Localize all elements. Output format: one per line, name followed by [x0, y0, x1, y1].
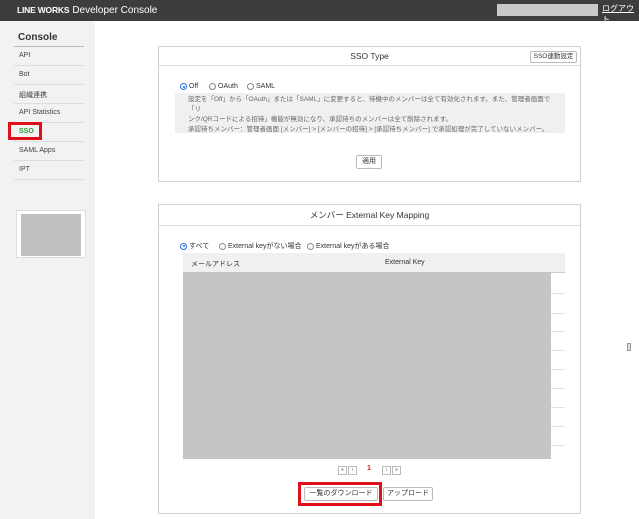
- sso-option-label: Off: [189, 83, 199, 90]
- sidebar-title: Console: [18, 32, 58, 43]
- page-last-button[interactable]: »: [392, 466, 401, 475]
- sso-option-oauth[interactable]: OAuth: [209, 83, 238, 90]
- divider: [14, 65, 84, 66]
- sidebar-item-ipt[interactable]: IPT: [19, 166, 30, 173]
- filter-label: すべて: [189, 243, 210, 250]
- sidebar-item-api[interactable]: API: [19, 52, 30, 59]
- sso-type-panel: SSO Type SSO連動設定 Off OAuth SAML 設定を「Off」…: [158, 46, 581, 182]
- sso-panel-title: SSO Type: [159, 47, 580, 66]
- sidebar-item-org-link[interactable]: 組織連携: [19, 90, 47, 100]
- divider: [14, 141, 84, 142]
- column-header-email: メールアドレス: [191, 261, 240, 268]
- divider: [14, 160, 84, 161]
- filter-label: External keyがある場合: [316, 243, 390, 250]
- radio-selected-icon: [180, 242, 187, 250]
- highlight-sso: [8, 122, 42, 140]
- info-line: ンク/QRコードによる招待」機能が無効になり、承認待ちのメンバーは全て削除されま…: [188, 116, 452, 123]
- divider: [14, 179, 84, 180]
- radio-icon: [209, 83, 216, 90]
- divider: [14, 84, 84, 85]
- radio-icon: [247, 83, 254, 90]
- mapping-panel-title: メンバー External Key Mapping: [159, 205, 580, 226]
- radio-icon: [307, 242, 314, 250]
- sso-option-saml[interactable]: SAML: [247, 83, 275, 90]
- info-line: 承認待ちメンバー：管理者画面 [メンバー] > [メンバーの招待] > [承認待…: [188, 126, 549, 133]
- upload-button[interactable]: アップロード: [383, 487, 433, 501]
- filter-no-external-key[interactable]: External keyがない場合: [219, 241, 302, 251]
- filter-has-external-key[interactable]: External keyがある場合: [307, 241, 390, 251]
- sso-settings-button[interactable]: SSO連動設定: [530, 51, 577, 63]
- radio-selected-icon: [180, 83, 187, 90]
- sidebar-item-bot[interactable]: Bot: [19, 71, 30, 78]
- page-prev-button[interactable]: ‹: [348, 466, 357, 475]
- user-name-redacted: [497, 4, 598, 16]
- brand-logo[interactable]: LINE WORKS Developer Console: [17, 5, 157, 16]
- apply-button[interactable]: 適用: [356, 155, 382, 169]
- column-header-external-key: External Key: [385, 259, 425, 266]
- radio-icon: [219, 242, 226, 250]
- divider: [14, 103, 84, 104]
- brand-main: LINE WORKS: [17, 5, 70, 15]
- sso-option-label: OAuth: [218, 83, 238, 90]
- sidebar-thumbnail-frame: [16, 210, 86, 258]
- external-key-mapping-panel: メンバー External Key Mapping すべて External k…: [158, 204, 581, 514]
- page-first-button[interactable]: «: [338, 466, 347, 475]
- page-current[interactable]: 1: [367, 465, 371, 472]
- sidebar: Console API Bot 組織連携 API Statistics SSO …: [0, 21, 95, 519]
- logout-link[interactable]: ログアウト: [602, 3, 639, 25]
- sso-option-label: SAML: [256, 83, 276, 90]
- info-line: 設定を「Off」から「OAuth」または「SAML」に変更すると、待機中のメンバ…: [188, 96, 551, 113]
- sidebar-thumbnail-redacted: [21, 214, 81, 256]
- scrollbar-handle[interactable]: [627, 343, 631, 351]
- top-header: LINE WORKS Developer Console ログアウト: [0, 0, 639, 24]
- highlight-download: [298, 482, 382, 506]
- table-header: メールアドレス External Key: [183, 253, 565, 272]
- sidebar-divider: [14, 46, 84, 47]
- table-content-redacted: [183, 272, 551, 459]
- page-next-button[interactable]: ›: [382, 466, 391, 475]
- sso-info-notice: 設定を「Off」から「OAuth」または「SAML」に変更すると、待機中のメンバ…: [175, 93, 565, 133]
- filter-label: External keyがない場合: [228, 243, 302, 250]
- sso-option-off[interactable]: Off: [180, 83, 198, 90]
- filter-all[interactable]: すべて: [180, 241, 209, 251]
- sidebar-item-api-statistics[interactable]: API Statistics: [19, 109, 60, 116]
- brand-sub: Developer Console: [72, 5, 158, 16]
- sidebar-item-saml-apps[interactable]: SAML Apps: [19, 147, 55, 154]
